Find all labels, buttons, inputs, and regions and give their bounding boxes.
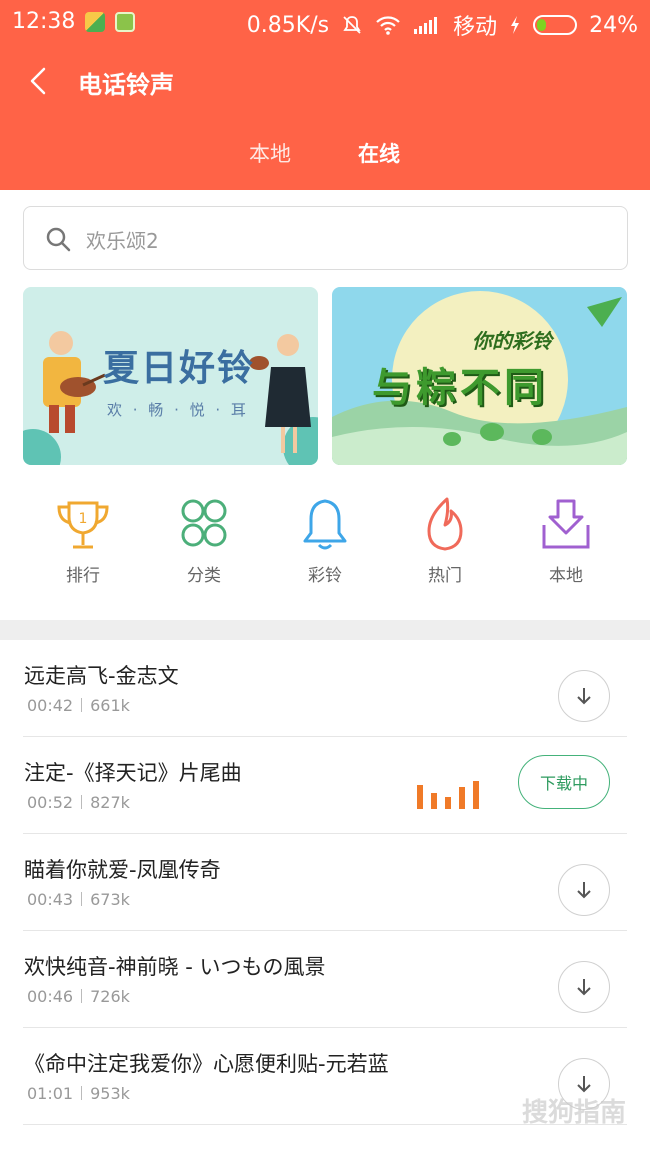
grid-circles-icon [181,499,227,547]
meta-separator [81,892,83,906]
quick-link-local-label: 本地 [549,566,583,586]
status-left: 12:38 [12,9,136,34]
list-item[interactable]: 注定-《择天记》片尾曲 00:52 827k 下载中 [0,737,650,834]
app-header: 12:38 0.85K/s 移动 24% 电话铃声 本地 在线 [0,0,650,190]
playing-equalizer-icon [417,781,479,809]
song-size: 661k [90,696,130,715]
song-meta: 00:42 661k [27,696,130,715]
quick-link-category-label: 分类 [187,566,221,586]
svg-text:1: 1 [79,511,88,527]
wifi-icon [376,16,400,35]
download-button[interactable] [558,670,610,722]
search-placeholder: 欢乐颂2 [86,229,159,253]
status-bar: 12:38 0.85K/s 移动 24% [0,0,650,48]
song-title: 《命中注定我爱你》心愿便利贴-元若蓝 [24,1052,389,1076]
download-arrow-icon [577,979,591,996]
search-icon [46,227,71,252]
list-item[interactable]: 瞄着你就爱-凤凰传奇 00:43 673k [0,834,650,931]
flame-icon [427,497,463,551]
network-speed: 0.85K/s [246,12,330,38]
charging-icon [511,16,520,34]
banner-dragon-boat-tag: 你的彩铃 [472,329,552,353]
tab-local[interactable]: 本地 [249,138,291,168]
download-arrow-icon [577,688,591,705]
mute-bell-icon [343,16,361,34]
back-arrow-icon[interactable] [24,61,56,101]
quick-link-category[interactable]: 分类 [154,495,254,586]
quick-link-color-ring[interactable]: 彩铃 [275,495,375,586]
signal-icon [414,17,438,34]
banner-dragon-boat[interactable]: 你的彩铃 与粽不同 [332,287,627,465]
song-duration: 00:43 [27,890,74,909]
song-size: 673k [90,890,130,909]
quick-link-hot-label: 热门 [428,566,462,586]
song-size: 726k [90,987,130,1006]
meta-separator [81,1086,83,1100]
song-meta: 01:01 953k [27,1084,130,1103]
tab-online[interactable]: 在线 [358,138,400,168]
download-button[interactable] [558,961,610,1013]
banner-summer-ringtones[interactable]: 夏日好铃 欢 · 畅 · 悦 · 耳 [23,287,318,465]
bell-icon [303,499,347,550]
battery-percent: 24% [589,12,638,38]
song-size: 827k [90,793,130,812]
song-title: 远走高飞-金志文 [24,664,179,688]
app-notification-icon [85,11,106,32]
list-item[interactable]: 远走高飞-金志文 00:42 661k [0,640,650,737]
song-meta: 00:46 726k [27,987,130,1006]
section-divider [0,620,650,640]
watermark: 搜狗指南 [521,1098,626,1128]
downloading-button[interactable]: 下载中 [518,755,610,809]
song-duration: 00:42 [27,696,74,715]
song-title: 瞄着你就爱-凤凰传奇 [24,858,221,882]
battery-level [537,19,547,31]
song-duration: 01:01 [27,1084,74,1103]
song-meta: 00:43 673k [27,890,130,909]
quick-link-ranking[interactable]: 1 排行 [33,495,133,586]
banner-dragon-boat-title: 与粽不同 [372,365,548,411]
song-meta: 00:52 827k [27,793,130,812]
song-duration: 00:52 [27,793,74,812]
download-button[interactable] [558,864,610,916]
song-title: 注定-《择天记》片尾曲 [24,761,242,785]
search-box[interactable]: 欢乐颂2 [23,206,628,270]
carrier-name: 移动 [453,15,498,40]
meta-separator [81,795,83,809]
page-title: 电话铃声 [78,71,174,99]
meta-separator [81,698,83,712]
trophy-icon: 1 [57,501,109,549]
quick-links: 1 排行 分类 彩铃 热门 本地 [0,495,650,595]
download-arrow-icon [577,882,591,899]
battery-icon [533,15,578,35]
quick-link-color-ring-label: 彩铃 [308,566,342,586]
song-title: 欢快纯音-神前晓 - いつもの風景 [24,955,326,979]
meta-separator [81,989,83,1003]
nav-bar: 电话铃声 [0,55,650,107]
banner-summer-subtitle: 欢 · 畅 · 悦 · 耳 [107,401,249,419]
tab-bar: 本地 在线 [0,138,650,174]
song-duration: 00:46 [27,987,74,1006]
banner-summer-title: 夏日好铃 [103,348,256,389]
quick-link-hot[interactable]: 热门 [395,495,495,586]
song-size: 953k [90,1084,130,1103]
quick-link-local[interactable]: 本地 [516,495,616,586]
quick-link-ranking-label: 排行 [66,566,100,586]
battery-saver-icon [115,11,136,32]
list-item[interactable]: 欢快纯音-神前晓 - いつもの風景 00:46 726k [0,931,650,1028]
download-tray-icon [542,499,590,549]
status-time: 12:38 [12,9,76,34]
status-right: 0.85K/s 移动 24% [247,9,638,41]
